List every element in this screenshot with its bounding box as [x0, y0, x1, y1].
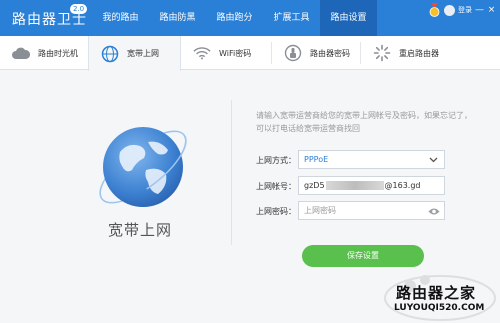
- save-button[interactable]: 保存设置: [302, 245, 424, 267]
- restart-spinner-icon: [373, 44, 391, 62]
- lock-badge-icon: [284, 44, 302, 62]
- tab-router-password[interactable]: 路由器密码: [272, 36, 360, 70]
- window-controls: 登录 — ×: [428, 3, 496, 17]
- cloud-icon: [12, 44, 30, 62]
- redacted-text: [325, 181, 384, 190]
- globe-label: 宽带上网: [107, 221, 172, 239]
- globe-icon: [99, 127, 187, 207]
- minimize-button[interactable]: —: [475, 4, 484, 16]
- version-badge: 2.0: [70, 4, 88, 14]
- account-prefix: gzD5: [304, 181, 325, 190]
- chevron-down-icon: [429, 153, 438, 170]
- watermark-title: 路由器之家: [396, 284, 477, 302]
- mode-label: 上网方式：: [256, 156, 296, 165]
- password-input[interactable]: 上网密码: [298, 201, 445, 220]
- main-nav: 我的路由 路由防黑 路由跑分 扩展工具 路由设置: [92, 0, 377, 36]
- tab-broadband[interactable]: 宽带上网: [88, 36, 181, 71]
- account-input[interactable]: gzD5 @163.gd: [298, 176, 445, 195]
- tab-wifi-password[interactable]: WiFi密码: [181, 36, 271, 70]
- connection-mode-select[interactable]: PPPoE: [298, 150, 445, 169]
- account-label: 上网帐号：: [256, 182, 296, 191]
- watermark-url: LUYOUQI520.COM: [394, 303, 485, 313]
- login-link[interactable]: 登录: [458, 5, 472, 15]
- password-placeholder: 上网密码: [304, 206, 336, 215]
- mode-value: PPPoE: [304, 155, 329, 164]
- tab-time-machine[interactable]: 路由时光机: [0, 36, 88, 70]
- account-suffix: @163.gd: [384, 181, 421, 190]
- globe-icon: [101, 45, 119, 63]
- tab-label: WiFi密码: [219, 48, 252, 58]
- tab-label: 重启路由器: [399, 48, 439, 58]
- instruction-text: 请输入宽带运营商给您的宽带上网帐号及密码，如果忘记了，可以打电话给宽带运营商找回: [256, 111, 472, 133]
- close-button[interactable]: ×: [487, 4, 496, 16]
- vertical-divider: [231, 100, 232, 245]
- globe-illustration: [88, 112, 198, 222]
- avatar[interactable]: [444, 4, 455, 16]
- nav-router-benchmark[interactable]: 路由跑分: [206, 0, 263, 36]
- eye-icon[interactable]: [428, 205, 440, 222]
- nav-extension-tools[interactable]: 扩展工具: [263, 0, 320, 36]
- nav-my-router[interactable]: 我的路由: [92, 0, 149, 36]
- tab-label: 路由器密码: [310, 48, 350, 58]
- medal-icon[interactable]: [428, 3, 441, 17]
- nav-router-settings[interactable]: 路由设置: [320, 0, 377, 36]
- tab-restart-router[interactable]: 重启路由器: [361, 36, 451, 70]
- settings-subtabs: 路由时光机 宽带上网 WiFi密码 路由器密码 重启路由器: [0, 36, 500, 71]
- tab-label: 宽带上网: [127, 49, 159, 58]
- wifi-icon: [193, 44, 211, 62]
- password-label: 上网密码：: [256, 207, 296, 216]
- top-bar: 路由器卫士 2.0 我的路由 路由防黑 路由跑分 扩展工具 路由设置 登录 — …: [0, 0, 500, 36]
- nav-router-protection[interactable]: 路由防黑: [149, 0, 206, 36]
- tab-label: 路由时光机: [38, 48, 78, 58]
